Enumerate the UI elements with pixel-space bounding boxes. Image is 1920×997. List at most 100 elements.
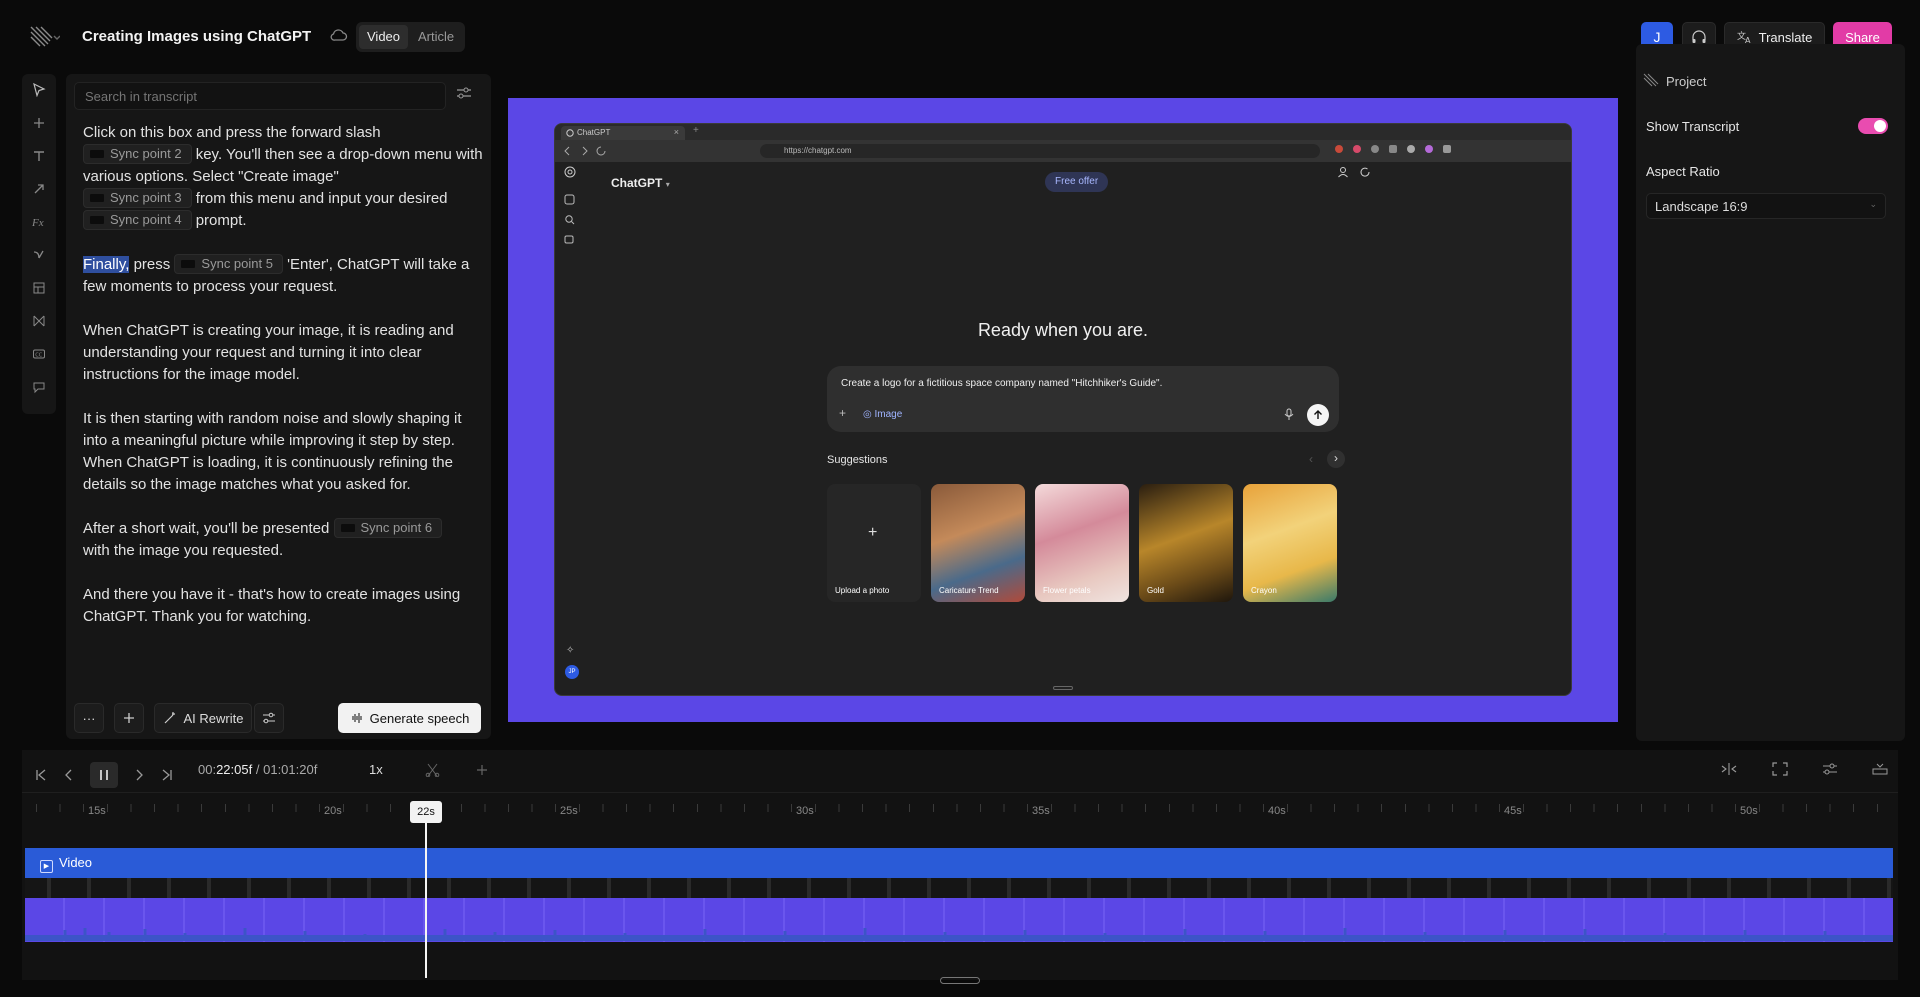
edit-icon <box>564 194 575 205</box>
close-tab-icon: × <box>673 127 679 137</box>
arrow-icon[interactable] <box>29 179 49 199</box>
pointer-icon[interactable] <box>29 80 49 100</box>
paragraph-4[interactable]: It is then starting with random noise an… <box>83 408 483 496</box>
filter-icon[interactable] <box>456 86 472 100</box>
add-clip-icon[interactable] <box>475 763 489 777</box>
ready-headline: Ready when you are. <box>977 320 1149 340</box>
project-title[interactable]: Creating Images using ChatGPT <box>82 28 311 45</box>
plus-icon: + <box>868 524 878 541</box>
paragraph-1[interactable]: Click on this box and press the forward … <box>83 122 483 232</box>
transcript-search-input[interactable] <box>74 82 446 110</box>
ruler-label: 35s <box>1032 805 1050 817</box>
free-offer-badge: Free offer <box>1045 172 1109 192</box>
timeline-tools <box>1720 762 1888 776</box>
transcript-text: Click on this box and press the forward … <box>83 122 483 650</box>
tab-article[interactable]: Article <box>410 25 462 49</box>
pause-icon <box>100 770 108 780</box>
aspect-ratio-label: Aspect Ratio <box>1646 164 1720 179</box>
skip-end-icon[interactable] <box>160 768 174 782</box>
text-icon[interactable] <box>29 146 49 166</box>
playhead-marker[interactable]: 22s <box>410 801 442 823</box>
video-track[interactable] <box>25 848 1893 878</box>
browser-extension-icons <box>1335 145 1555 157</box>
generate-speech-button[interactable]: Generate speech <box>338 703 481 733</box>
project-label: Project <box>1666 74 1707 89</box>
sync-point-3[interactable]: Sync point 3 <box>83 188 192 208</box>
tool-rail: Fx CC <box>22 74 56 414</box>
highlighted-word[interactable]: Finally, <box>83 256 130 273</box>
chatgpt-favicon-icon <box>566 129 574 137</box>
transport-controls <box>34 762 174 788</box>
paragraph-2[interactable]: Finally, press Sync point 5 'Enter', Cha… <box>83 254 483 298</box>
step-forward-icon[interactable] <box>132 768 146 782</box>
timeline-scroll-handle[interactable] <box>940 977 980 984</box>
prompt-text: Create a logo for a fictitious space com… <box>841 378 1163 389</box>
chatgpt-model-name: ChatGPT ▾ <box>611 176 670 190</box>
pen-icon[interactable] <box>29 245 49 265</box>
rewrite-settings-button[interactable] <box>254 703 284 733</box>
resize-handle <box>1053 686 1073 690</box>
microphone-icon <box>1284 408 1294 420</box>
chevron-down-icon: ⌄ <box>1869 199 1877 209</box>
effects-icon[interactable]: Fx <box>29 212 49 232</box>
paragraph-6[interactable]: And there you have it - that's how to cr… <box>83 584 483 628</box>
add-button[interactable] <box>114 703 144 733</box>
library-icon <box>564 235 574 244</box>
captions-icon[interactable]: CC <box>29 344 49 364</box>
split-view-icon[interactable] <box>1720 762 1738 776</box>
sparkle-icon: ✧ <box>566 645 575 656</box>
video-track-label: ▶ Video <box>40 855 92 873</box>
headphones-icon <box>1692 30 1706 43</box>
fullscreen-icon[interactable] <box>1772 762 1788 776</box>
send-button <box>1307 404 1329 426</box>
timeline-settings-icon[interactable] <box>1822 762 1838 776</box>
app-logo-icon[interactable] <box>28 24 60 50</box>
cloud-sync-icon <box>330 27 348 43</box>
plus-icon: + <box>839 406 847 420</box>
ai-rewrite-button[interactable]: AI Rewrite <box>154 703 252 733</box>
transition-icon[interactable] <box>29 311 49 331</box>
arrow-up-icon <box>1314 410 1322 419</box>
image-icon: ◎ <box>863 409 872 420</box>
sync-point-4[interactable]: Sync point 4 <box>83 210 192 230</box>
browser-window-frame: ChatGPT × + https://chatgpt.com ChatGPT … <box>554 123 1572 696</box>
sliders-icon <box>263 712 275 724</box>
suggestion-card-gold: Gold <box>1139 484 1233 602</box>
split-icon[interactable] <box>425 763 441 777</box>
collapse-panel-icon[interactable] <box>1872 762 1888 776</box>
chatgpt-prompt-box: Create a logo for a fictitious space com… <box>827 366 1339 432</box>
paragraph-3[interactable]: When ChatGPT is creating your image, it … <box>83 320 483 386</box>
skip-start-icon[interactable] <box>34 768 48 782</box>
tab-video[interactable]: Video <box>359 25 409 49</box>
avatar: JP <box>565 665 579 679</box>
play-track-icon: ▶ <box>40 860 53 873</box>
sync-point-5[interactable]: Sync point 5 <box>174 254 283 274</box>
show-transcript-toggle[interactable] <box>1858 118 1888 134</box>
browser-url-bar: https://chatgpt.com <box>555 140 1571 162</box>
waveform-bars <box>25 928 1893 941</box>
playback-speed[interactable]: 1x <box>369 762 383 777</box>
sync-point-2[interactable]: Sync point 2 <box>83 144 192 164</box>
more-button[interactable]: ··· <box>74 703 104 733</box>
pause-button[interactable] <box>90 762 118 788</box>
user-icon <box>1338 167 1348 178</box>
browser-tab-bar: ChatGPT × + <box>555 124 1571 140</box>
chatgpt-sidebar-icons <box>564 194 575 245</box>
playhead-line[interactable] <box>425 822 427 978</box>
openai-logo-icon <box>564 166 576 178</box>
ruler-divider <box>22 792 1898 793</box>
sync-point-6[interactable]: Sync point 6 <box>333 518 443 538</box>
browser-tab: ChatGPT × <box>561 126 685 140</box>
layout-icon[interactable] <box>29 278 49 298</box>
svg-text:Fx: Fx <box>31 217 44 229</box>
properties-panel <box>1636 44 1905 741</box>
comment-icon[interactable] <box>29 377 49 397</box>
ruler-label: 45s <box>1504 805 1522 817</box>
paragraph-5[interactable]: After a short wait, you'll be presented … <box>83 518 483 562</box>
aspect-ratio-select[interactable]: Landscape 16:9 ⌄ <box>1646 193 1886 219</box>
plus-icon[interactable] <box>29 113 49 133</box>
view-toggle: Video Article <box>356 22 466 52</box>
step-back-icon[interactable] <box>62 768 76 782</box>
svg-text:CC: CC <box>35 352 42 358</box>
project-icon <box>1643 73 1659 87</box>
